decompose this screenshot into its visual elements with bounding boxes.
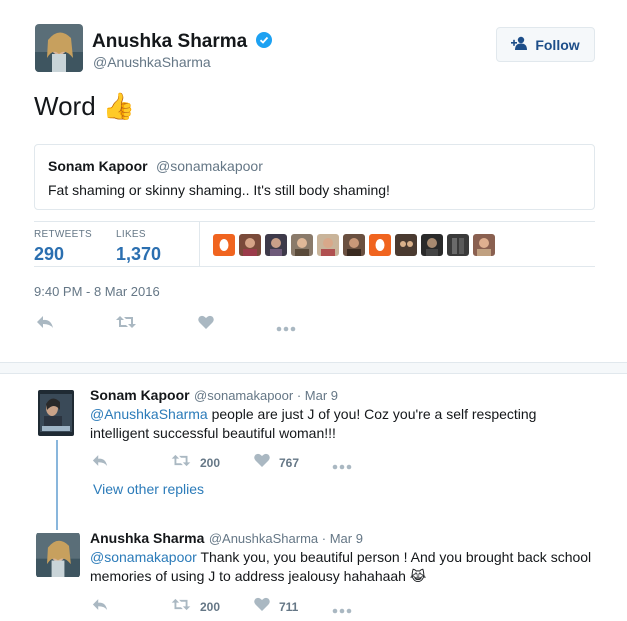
liker-avatar[interactable] (213, 234, 235, 256)
reply-mention[interactable]: @AnushkaSharma (90, 406, 208, 422)
more-icon[interactable] (276, 319, 296, 337)
more-icon[interactable] (332, 457, 352, 475)
reply-button[interactable] (92, 454, 108, 472)
liker-avatar[interactable] (317, 234, 339, 256)
thread-connector (56, 440, 58, 530)
quote-text: Fat shaming or skinny shaming.. It's sti… (48, 182, 390, 198)
follow-label: Follow (535, 36, 580, 53)
tweet-text: Word 👍 (34, 91, 135, 122)
tweet-timestamp[interactable]: 9:40 PM - 8 Mar 2016 (34, 284, 160, 299)
liker-avatar[interactable] (369, 234, 391, 256)
more-icon[interactable] (332, 601, 352, 619)
retweets-label: RETWEETS (34, 229, 92, 240)
stats-vertical-divider (199, 222, 200, 266)
reply-text-line1: people are just J of you! Coz you're a s… (207, 406, 537, 422)
liker-avatar[interactable] (343, 234, 365, 256)
stats-top-divider (34, 221, 595, 222)
author-name[interactable]: Anushka Sharma (92, 31, 247, 52)
likes-label: LIKES (116, 229, 146, 240)
liker-avatar[interactable] (421, 234, 443, 256)
like-button[interactable]: 767 (254, 453, 299, 472)
view-other-replies-link[interactable]: View other replies (93, 481, 204, 497)
quoted-tweet[interactable]: Sonam Kapoor @sonamakapoor Fat shaming o… (34, 144, 595, 210)
reply-text-line2: intelligent successful beautiful woman!!… (90, 425, 336, 441)
reply-meta[interactable]: @sonamakapoor · Mar 9 (194, 388, 338, 403)
like-count: 711 (279, 599, 299, 614)
heart-icon[interactable] (198, 315, 214, 334)
replies-separator (0, 362, 627, 374)
reply-avatar[interactable] (38, 390, 74, 436)
retweet-button[interactable]: 200 (171, 598, 220, 616)
retweet-count: 200 (200, 600, 221, 614)
thumbs-up-emoji: 👍 (102, 91, 136, 121)
reply-icon[interactable] (36, 315, 54, 334)
heart-icon (254, 453, 270, 472)
liker-avatar[interactable] (473, 234, 495, 256)
heart-icon (254, 597, 270, 616)
reply-avatar[interactable] (36, 532, 80, 578)
likes-stat[interactable]: LIKES 1,370 (116, 229, 161, 265)
likes-count: 1,370 (116, 244, 162, 264)
reply-text-line1: Thank you, you beautiful person ! And yo… (196, 549, 592, 565)
add-user-icon (511, 36, 529, 53)
retweet-icon (171, 598, 191, 616)
liker-avatar[interactable] (265, 234, 287, 256)
liker-avatar[interactable] (395, 234, 417, 256)
reply-button[interactable] (92, 598, 108, 616)
reply-text-line2: memories of using J to address jealousy … (90, 568, 406, 584)
retweets-count: 290 (34, 244, 65, 264)
reply-text: @sonamakapoor Thank you, you beautiful p… (90, 548, 620, 586)
reply-mention[interactable]: @sonamakapoor (90, 549, 197, 565)
stats-bottom-divider (34, 266, 595, 267)
quote-author-handle: @sonamakapoor (156, 158, 263, 174)
reply-author-name[interactable]: Sonam Kapoor (90, 387, 190, 403)
author-avatar[interactable] (35, 24, 83, 72)
liker-avatar[interactable] (447, 234, 469, 256)
author-handle[interactable]: @AnushkaSharma (93, 54, 211, 70)
retweet-button[interactable]: 200 (171, 454, 220, 472)
verified-badge-icon (255, 32, 272, 53)
reply-meta[interactable]: @AnushkaSharma · Mar 9 (209, 531, 363, 546)
retweet-icon (171, 454, 191, 472)
laughing-cat-emoji: 😹 (409, 568, 427, 584)
quote-author-name: Sonam Kapoor (48, 158, 148, 174)
retweets-stat[interactable]: RETWEETS 290 (34, 229, 92, 265)
reply-text: @AnushkaSharma people are just J of you!… (90, 405, 610, 443)
retweet-icon[interactable] (116, 315, 136, 334)
like-count: 767 (279, 455, 300, 470)
tweet-text-word: Word (34, 91, 96, 121)
liker-avatar[interactable] (291, 234, 313, 256)
retweet-count: 200 (200, 456, 221, 470)
liker-avatars (213, 234, 495, 256)
reply-author-name[interactable]: Anushka Sharma (90, 530, 204, 546)
like-button[interactable]: 711 (254, 597, 298, 616)
follow-button[interactable]: Follow (496, 27, 595, 62)
liker-avatar[interactable] (239, 234, 261, 256)
